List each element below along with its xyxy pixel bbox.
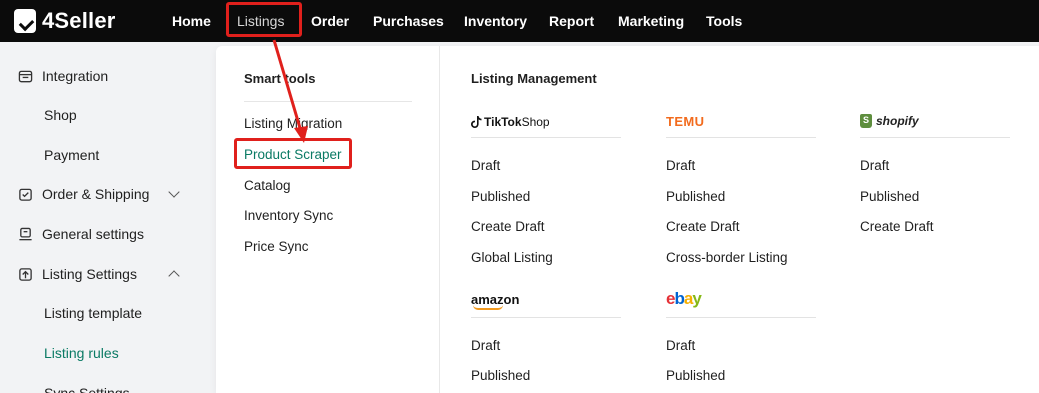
top-nav-bar: 4Seller Home Listings Order Purchases In… [0,0,1039,42]
shopify-draft-link[interactable]: Draft [860,158,889,173]
sidebar-item-label: Listing Settings [42,266,137,282]
sidebar-item-label: Order & Shipping [42,186,150,202]
shopify-create-draft-link[interactable]: Create Draft [860,219,934,234]
ebay-published-link[interactable]: Published [666,368,725,383]
sidebar-item-order-shipping[interactable]: Order & Shipping [0,179,204,209]
shopify-logo: shopify [860,112,919,130]
sidebar-item-payment[interactable]: Payment [0,140,204,170]
ebay-logo-letter: b [674,289,684,308]
divider [666,317,816,318]
tiktok-published-link[interactable]: Published [471,189,530,204]
menu-item-listing-migration[interactable]: Listing Migration [244,116,342,131]
amazon-logo: amazon [471,290,1039,310]
tiktok-logo-suffix: Shop [521,115,550,129]
ebay-logo-letter: e [666,289,676,308]
menu-item-inventory-sync[interactable]: Inventory Sync [244,208,333,223]
divider [471,137,621,138]
temu-cross-border-listing-link[interactable]: Cross-border Listing [666,250,788,265]
nav-order[interactable]: Order [311,13,349,29]
shopify-logo-text: shopify [876,114,919,128]
amazon-draft-link[interactable]: Draft [471,338,500,353]
ebay-draft-link[interactable]: Draft [666,338,695,353]
chevron-down-icon[interactable] [168,186,180,198]
sidebar-item-label: Listing template [44,305,143,321]
shopify-published-link[interactable]: Published [860,189,919,204]
tiktok-shop-logo: TikTok Shop [471,113,550,131]
temu-create-draft-link[interactable]: Create Draft [666,219,740,234]
logo-bag-icon [14,9,36,33]
sidebar-item-label: Listing rules [44,345,119,361]
temu-published-link[interactable]: Published [666,189,725,204]
ebay-logo-letter: y [692,289,702,308]
logo-text: 4Seller [42,8,116,33]
listing-management-title: Listing Management [471,71,597,86]
tiktok-create-draft-link[interactable]: Create Draft [471,219,545,234]
temu-draft-link[interactable]: Draft [666,158,695,173]
sidebar-item-label: General settings [42,226,144,242]
temu-logo: TEMU [666,112,704,130]
smart-tools-title: Smart tools [244,71,316,86]
listings-dropdown-menu: Smart tools Listing Migration Product Sc… [216,46,1039,393]
ebay-logo: ebay [666,289,702,308]
general-settings-icon [19,227,32,240]
order-shipping-icon [19,188,32,201]
sidebar-item-sync-settings[interactable]: Sync Settings [0,378,204,393]
sidebar-item-label: Shop [44,107,77,123]
nav-marketing[interactable]: Marketing [618,13,684,29]
tiktok-global-listing-link[interactable]: Global Listing [471,250,553,265]
nav-home[interactable]: Home [172,13,211,29]
listings-highlight-box [226,2,302,37]
sidebar-item-label: Sync Settings [44,385,130,393]
divider [666,137,816,138]
sidebar-item-label: Integration [42,68,109,84]
chevron-up-icon[interactable] [168,270,180,282]
sidebar-item-shop[interactable]: Shop [0,100,204,130]
listing-settings-icon [19,267,32,281]
divider [244,101,412,102]
nav-inventory[interactable]: Inventory [464,13,527,29]
temu-logo-text: TEMU [666,113,705,129]
amazon-published-link[interactable]: Published [471,368,530,383]
menu-item-catalog[interactable]: Catalog [244,178,291,193]
sidebar-item-general-settings[interactable]: General settings [0,219,204,249]
app-logo[interactable]: 4Seller [14,8,116,34]
ebay-logo-letter: a [683,289,694,308]
amazon-smile-icon [473,305,503,310]
sidebar-item-listing-rules[interactable]: Listing rules [0,338,204,368]
sidebar-item-integration[interactable]: Integration [0,61,204,91]
divider [860,137,1010,138]
nav-report[interactable]: Report [549,13,594,29]
integration-icon [18,70,33,82]
tiktok-draft-link[interactable]: Draft [471,158,500,173]
shopify-bag-icon [860,114,872,128]
smart-tools-column: Smart tools Listing Migration Product Sc… [216,46,440,393]
tiktok-icon [471,116,482,128]
settings-sidebar: Integration Shop Payment Order & Shippin… [0,42,204,393]
sidebar-item-listing-template[interactable]: Listing template [0,298,204,328]
nav-purchases[interactable]: Purchases [373,13,444,29]
sidebar-item-label: Payment [44,147,100,163]
nav-tools[interactable]: Tools [706,13,742,29]
divider [471,317,621,318]
tiktok-logo-text: TikTok [484,115,522,129]
sidebar-item-listing-settings[interactable]: Listing Settings [0,259,204,289]
product-scraper-highlight-box [234,138,352,169]
menu-item-price-sync[interactable]: Price Sync [244,239,309,254]
